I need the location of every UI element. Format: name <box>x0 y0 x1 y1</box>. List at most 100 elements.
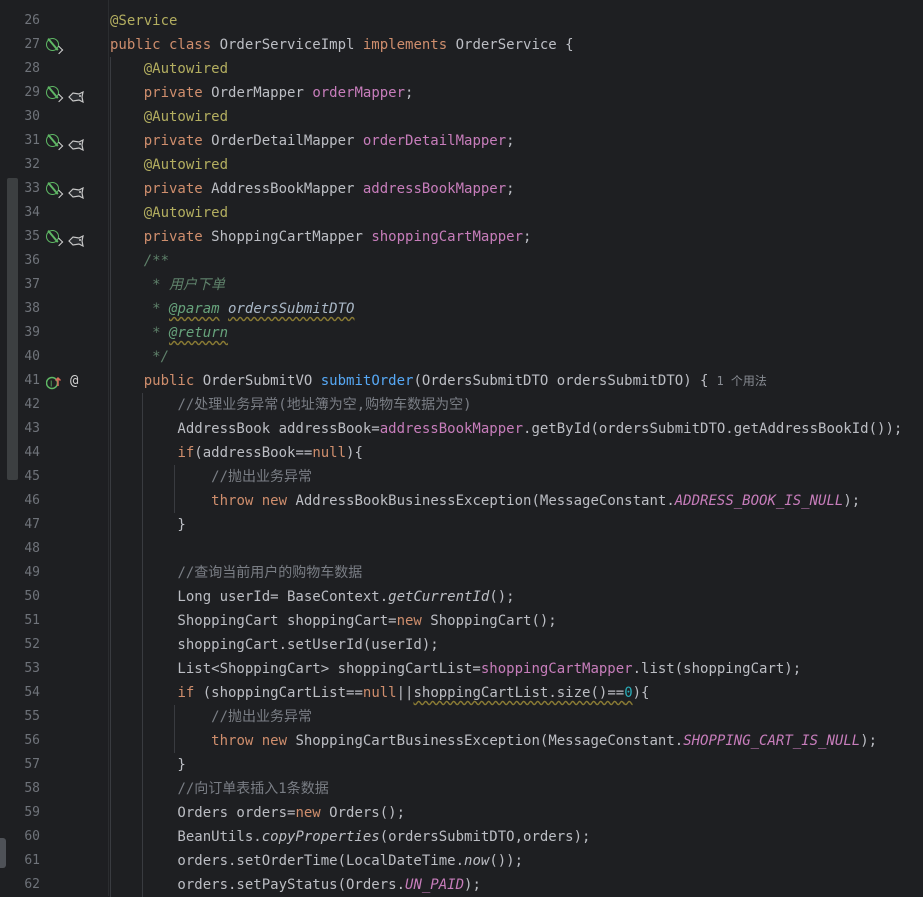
code-line[interactable]: 48 <box>0 537 923 561</box>
code-line[interactable]: 37 * 用户下单 <box>0 273 923 297</box>
code-line[interactable]: 44 if(addressBook==null){ <box>0 441 923 465</box>
bean-icon[interactable] <box>46 134 64 151</box>
code-text[interactable]: AddressBook addressBook=addressBookMappe… <box>110 417 902 441</box>
code-text[interactable]: @Service <box>110 9 177 33</box>
code-line[interactable]: 33 private AddressBookMapper addressBook… <box>0 177 923 201</box>
code-text[interactable]: @Autowired <box>110 57 228 81</box>
line-number[interactable]: 27 <box>20 33 40 57</box>
line-number[interactable]: 37 <box>20 273 40 297</box>
bean-icon[interactable] <box>46 86 64 103</box>
code-text[interactable]: @Autowired <box>110 105 228 129</box>
line-number[interactable]: 35 <box>20 225 40 249</box>
code-line[interactable]: 43 AddressBook addressBook=addressBookMa… <box>0 417 923 441</box>
line-number[interactable]: 39 <box>20 321 40 345</box>
code-text[interactable]: public OrderSubmitVO submitOrder(OrdersS… <box>110 369 767 393</box>
line-number[interactable]: 31 <box>20 129 40 153</box>
line-number[interactable]: 34 <box>20 201 40 225</box>
line-number[interactable]: 46 <box>20 489 40 513</box>
code-text[interactable]: * @return <box>110 321 228 345</box>
line-number[interactable]: 33 <box>20 177 40 201</box>
code-line[interactable]: 42 //处理业务异常(地址簿为空,购物车数据为空) <box>0 393 923 417</box>
code-line[interactable]: 38 * @param ordersSubmitDTO <box>0 297 923 321</box>
line-number[interactable]: 56 <box>20 729 40 753</box>
code-text[interactable]: orders.setPayStatus(Orders.UN_PAID); <box>110 873 480 897</box>
line-number[interactable]: 42 <box>20 393 40 417</box>
line-number[interactable]: 26 <box>20 9 40 33</box>
line-number[interactable]: 53 <box>20 657 40 681</box>
line-number[interactable]: 61 <box>20 849 40 873</box>
code-text[interactable]: //处理业务异常(地址簿为空,购物车数据为空) <box>110 393 471 417</box>
line-number[interactable]: 30 <box>20 105 40 129</box>
code-line[interactable]: 61 orders.setOrderTime(LocalDateTime.now… <box>0 849 923 873</box>
code-line[interactable]: 26 @Service <box>0 9 923 33</box>
code-text[interactable]: private ShoppingCartMapper shoppingCartM… <box>110 225 532 249</box>
code-text[interactable]: private OrderMapper orderMapper; <box>110 81 414 105</box>
code-text[interactable]: * 用户下单 <box>110 273 225 297</box>
code-line[interactable]: 35 private ShoppingCartMapper shoppingCa… <box>0 225 923 249</box>
line-number[interactable]: 44 <box>20 441 40 465</box>
code-text[interactable]: throw new ShoppingCartBusinessException(… <box>110 729 877 753</box>
code-line[interactable]: 27 public class OrderServiceImpl implemen… <box>0 33 923 57</box>
code-line[interactable]: 28 @Autowired <box>0 57 923 81</box>
code-text[interactable]: //抛出业务异常 <box>110 465 312 489</box>
code-line[interactable]: 30 @Autowired <box>0 105 923 129</box>
code-line[interactable]: 40 */ <box>0 345 923 369</box>
line-number[interactable]: 50 <box>20 585 40 609</box>
code-line[interactable]: 46 throw new AddressBookBusinessExceptio… <box>0 489 923 513</box>
line-number[interactable]: 58 <box>20 777 40 801</box>
code-line[interactable]: 60 BeanUtils.copyProperties(ordersSubmit… <box>0 825 923 849</box>
line-number[interactable]: 40 <box>20 345 40 369</box>
code-line[interactable]: 53 List<ShoppingCart> shoppingCartList=s… <box>0 657 923 681</box>
code-line[interactable]: 49 //查询当前用户的购物车数据 <box>0 561 923 585</box>
code-line[interactable]: 58 //向订单表插入1条数据 <box>0 777 923 801</box>
code-text[interactable]: ShoppingCart shoppingCart=new ShoppingCa… <box>110 609 556 633</box>
code-text[interactable]: if(addressBook==null){ <box>110 441 362 465</box>
code-line[interactable]: 52 shoppingCart.setUserId(userId); <box>0 633 923 657</box>
code-editor[interactable]: 26 @Service 27 public class OrderServiceImp… <box>0 0 923 897</box>
code-text[interactable]: //向订单表插入1条数据 <box>110 777 328 801</box>
code-text[interactable]: } <box>110 753 185 777</box>
code-text[interactable]: List<ShoppingCart> shoppingCartList=shop… <box>110 657 801 681</box>
code-line[interactable]: 36 /** <box>0 249 923 273</box>
line-number[interactable]: 47 <box>20 513 40 537</box>
code-line[interactable]: 57 } <box>0 753 923 777</box>
code-text[interactable]: */ <box>110 345 169 369</box>
code-text[interactable]: public class OrderServiceImpl implements… <box>110 33 574 57</box>
line-number[interactable]: 29 <box>20 81 40 105</box>
code-text[interactable]: @Autowired <box>110 153 228 177</box>
code-line[interactable]: 45 //抛出业务异常 <box>0 465 923 489</box>
code-line[interactable]: 54 if (shoppingCartList==null||shoppingC… <box>0 681 923 705</box>
code-line[interactable]: 56 throw new ShoppingCartBusinessExcepti… <box>0 729 923 753</box>
line-number[interactable]: 45 <box>20 465 40 489</box>
line-number[interactable]: 62 <box>20 873 40 897</box>
code-text[interactable]: private AddressBookMapper addressBookMap… <box>110 177 515 201</box>
line-number[interactable]: 41 <box>20 369 40 393</box>
mention-icon[interactable]: @ <box>70 369 78 393</box>
code-line[interactable]: 32 @Autowired <box>0 153 923 177</box>
line-number[interactable]: 57 <box>20 753 40 777</box>
code-text[interactable]: orders.setOrderTime(LocalDateTime.now())… <box>110 849 523 873</box>
code-text[interactable]: //查询当前用户的购物车数据 <box>110 561 362 585</box>
code-text[interactable]: } <box>110 513 185 537</box>
line-number[interactable]: 28 <box>20 57 40 81</box>
line-number[interactable]: 52 <box>20 633 40 657</box>
bean-icon[interactable] <box>46 182 64 199</box>
line-number[interactable]: 51 <box>20 609 40 633</box>
code-line[interactable]: 62 orders.setPayStatus(Orders.UN_PAID); <box>0 873 923 897</box>
code-line[interactable]: 55 //抛出业务异常 <box>0 705 923 729</box>
code-text[interactable]: throw new AddressBookBusinessException(M… <box>110 489 860 513</box>
code-text[interactable]: @Autowired <box>110 201 228 225</box>
line-number[interactable]: 36 <box>20 249 40 273</box>
usage-hint[interactable]: 1 个用法 <box>716 374 766 388</box>
code-text[interactable]: BeanUtils.copyProperties(ordersSubmitDTO… <box>110 825 590 849</box>
line-number[interactable]: 59 <box>20 801 40 825</box>
code-text[interactable]: if (shoppingCartList==null||shoppingCart… <box>110 681 649 705</box>
code-line[interactable]: 47 } <box>0 513 923 537</box>
code-text[interactable]: Long userId= BaseContext.getCurrentId(); <box>110 585 514 609</box>
line-number[interactable]: 54 <box>20 681 40 705</box>
line-number[interactable]: 55 <box>20 705 40 729</box>
bean-icon[interactable] <box>46 230 64 247</box>
code-line[interactable]: 39 * @return <box>0 321 923 345</box>
code-line[interactable]: 34 @Autowired <box>0 201 923 225</box>
bean-icon[interactable] <box>46 38 64 55</box>
